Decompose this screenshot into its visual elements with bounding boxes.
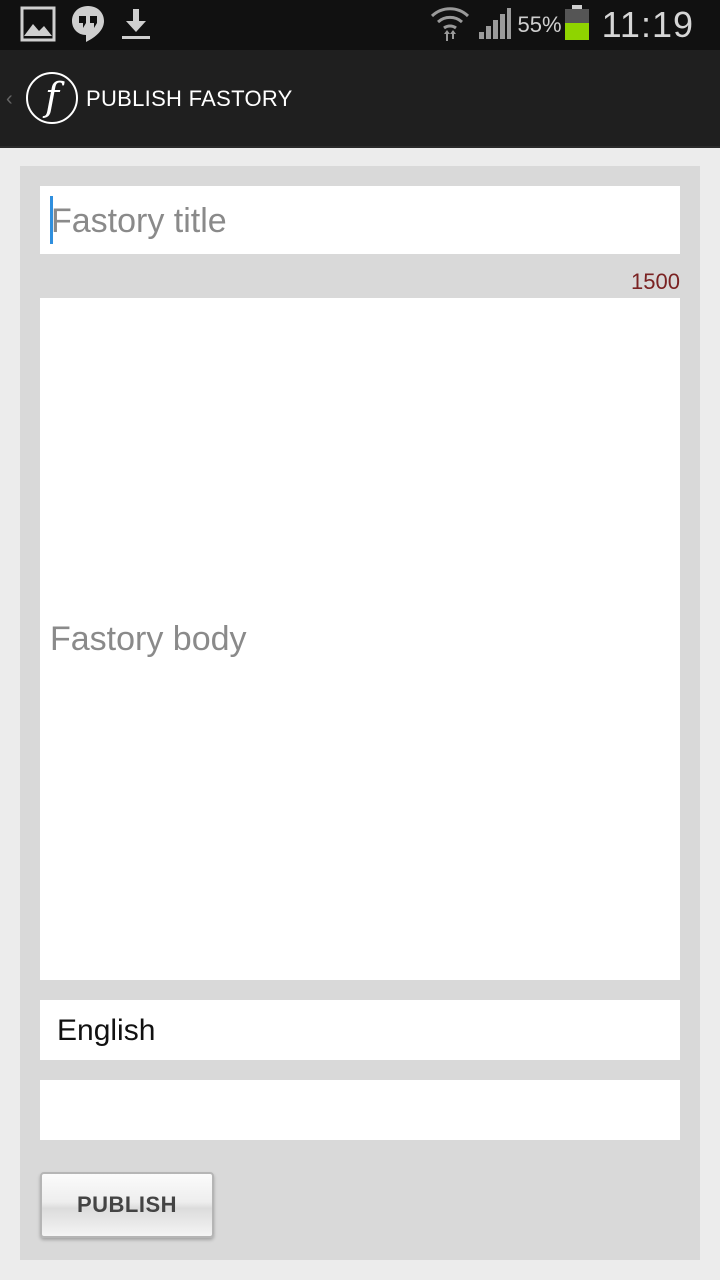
title-input[interactable]: Fastory title	[40, 186, 680, 254]
wifi-icon	[430, 4, 470, 47]
action-bar: ‹ f PUBLISH FASTORY	[0, 50, 720, 148]
page-title: PUBLISH FASTORY	[86, 86, 293, 111]
hangouts-icon	[70, 4, 106, 49]
clock: 11:19	[601, 4, 694, 45]
app-logo[interactable]: f	[26, 72, 78, 124]
language-select[interactable]: English	[40, 1000, 680, 1060]
title-placeholder: Fastory title	[51, 202, 227, 240]
download-icon	[120, 6, 152, 47]
notification-icons	[20, 4, 152, 49]
char-counter: 1500	[631, 269, 680, 294]
system-indicators: 55% 11:19	[430, 0, 694, 50]
battery-icon	[564, 4, 590, 46]
battery-percent: 55%	[517, 12, 562, 37]
extra-input[interactable]	[40, 1080, 680, 1140]
status-bar: 55% 11:19	[0, 0, 720, 50]
language-value: English	[57, 1014, 156, 1047]
back-chevron-icon[interactable]: ‹	[6, 88, 13, 111]
image-icon	[20, 6, 56, 47]
body-placeholder: Fastory body	[50, 620, 247, 658]
signal-icon	[478, 6, 512, 45]
publish-form: Fastory title 1500 Fastory body English …	[20, 166, 700, 1260]
body-input[interactable]: Fastory body	[40, 298, 680, 980]
publish-button[interactable]: PUBLISH	[40, 1172, 214, 1238]
